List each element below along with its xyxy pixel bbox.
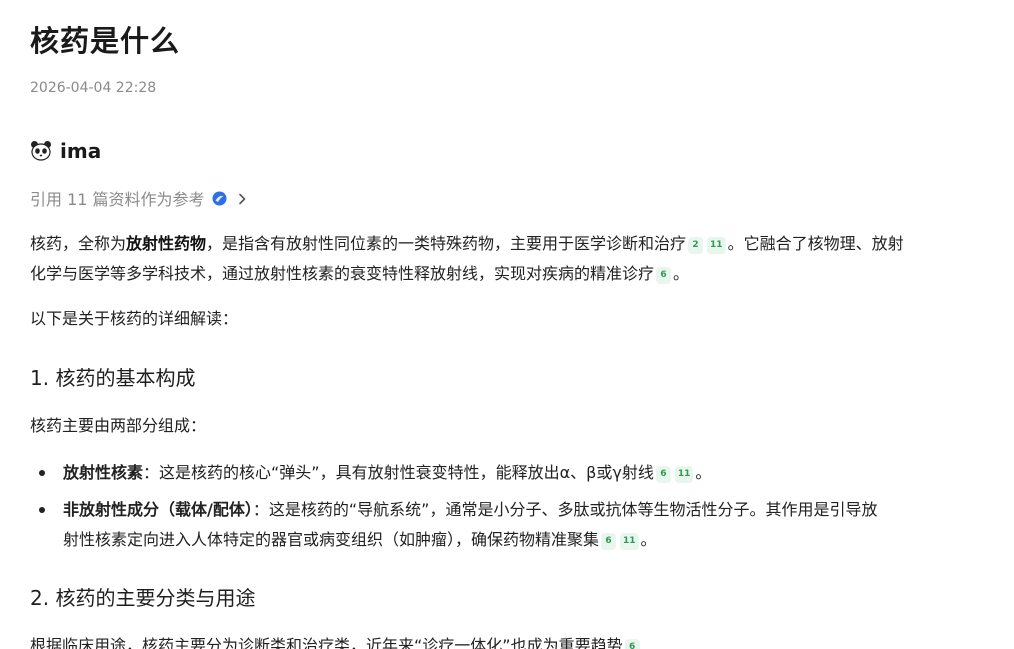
verified-badge-icon (212, 191, 227, 206)
citation-badge[interactable]: 11 (707, 237, 726, 254)
text-span: ：这是核药的“导航系统”，通常是小分子、多肽或抗体等生物活性分子。其作用是引导放 (252, 500, 878, 519)
list-item: 非放射性成分（载体/配体）：这是核药的“导航系统”，通常是小分子、多肽或抗体等生… (30, 495, 995, 555)
intro-paragraph: 核药，全称为放射性药物，是指含有放射性同位素的一类特殊药物，主要用于医学诊断和治… (30, 229, 995, 289)
bold-term: 非放射性成分（载体/配体） (63, 500, 253, 519)
author-row: ima (30, 137, 101, 165)
list-item: 放射性核素：这是核药的核心“弹头”，具有放射性衰变特性，能释放出α、β或γ射线 6… (30, 458, 995, 488)
citation-badge[interactable]: 6 (601, 533, 617, 550)
citation-badge[interactable]: 6 (656, 267, 672, 284)
text-span: 射性核素定向进入人体特定的器官或病变组织（如肿瘤），确保药物精准聚集 (63, 530, 600, 549)
page-title: 核药是什么 (30, 24, 181, 58)
section-heading-2: 2. 核药的主要分类与用途 (30, 586, 256, 610)
text-span: 。 (640, 530, 657, 549)
text-span: ，是指含有放射性同位素的一类特殊药物，主要用于医学诊断和治疗 (206, 234, 687, 253)
text-span: 。它融合了核物理、放射 (727, 234, 904, 253)
text-span: 化学与医学等多学科技术，通过放射性核素的衰变特性释放射线，实现对疾病的精准诊疗 (30, 264, 655, 283)
bullet-dot (39, 470, 45, 476)
bullet-dot (39, 507, 45, 513)
text-span: ：这是核药的核心“弹头”，具有放射性衰变特性，能释放出α、β或γ射线 (143, 463, 654, 482)
references-link[interactable]: 引用 11 篇资料作为参考 (30, 186, 249, 210)
panda-icon (30, 140, 52, 162)
section-heading-1: 1. 核药的基本构成 (30, 366, 196, 390)
section1-lead: 核药主要由两部分组成： (30, 416, 207, 435)
lead-paragraph: 以下是关于核药的详细解读： (30, 309, 239, 328)
timestamp: 2026-04-04 22:28 (30, 80, 157, 96)
text-span: 核药，全称为 (30, 234, 127, 253)
chevron-right-icon (235, 191, 249, 205)
text-span: 根据临床用途，核药主要分为诊断类和治疗类，近年来“诊疗一体化”也成为重要趋势 (30, 636, 623, 649)
author-name: ima (60, 139, 102, 163)
citation-badge[interactable]: 6 (624, 639, 640, 649)
citation-badge[interactable]: 2 (688, 237, 704, 254)
citation-badge[interactable]: 6 (655, 466, 671, 483)
text-span: 。 (695, 463, 712, 482)
text-span: 。 (673, 264, 690, 283)
citation-badge[interactable]: 11 (674, 466, 694, 483)
section2-lead: 根据临床用途，核药主要分为诊断类和治疗类，近年来“诊疗一体化”也成为重要趋势 6 (30, 631, 995, 649)
citation-badge[interactable]: 11 (620, 533, 639, 550)
references-label: 引用 11 篇资料作为参考 (30, 190, 205, 209)
bold-term: 放射性药物 (126, 234, 207, 253)
bold-term: 放射性核素 (63, 463, 144, 482)
